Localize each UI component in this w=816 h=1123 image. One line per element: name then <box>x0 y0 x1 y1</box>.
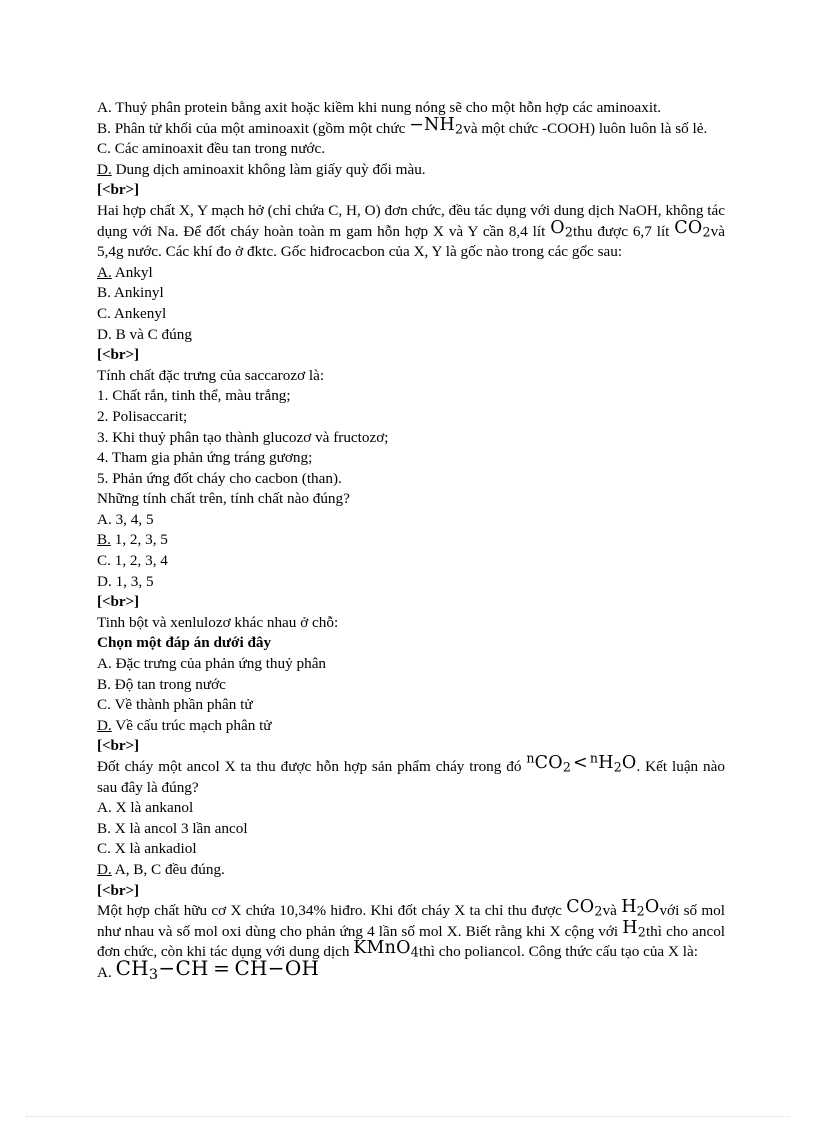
option-row: A. X là ankanol <box>97 798 725 819</box>
statement-item: 5. Phản ứng đốt cháy cho cacbon (than). <box>97 469 342 487</box>
option-row: B. X là ancol 3 lần ancol <box>97 819 725 840</box>
option-letter: B. <box>97 284 111 302</box>
formula-co2: CO2 <box>566 897 603 919</box>
question-stem: Hai hợp chất X, Y mạch hở (chỉ chứa C, H… <box>97 201 725 263</box>
option-text: 3, 4, 5 <box>115 510 154 528</box>
document-content: A. Thuỷ phân protein bằng axit hoặc kiềm… <box>97 98 725 984</box>
option-letter: D. <box>97 572 112 590</box>
option-row: C. 1, 2, 3, 4 <box>97 551 725 572</box>
option-text: X là ankadiol <box>114 840 197 858</box>
option-letter: A. <box>97 655 112 673</box>
answer-instruction: Chọn một đáp án dưới đây <box>97 634 272 652</box>
formula-nco2-lt-nh2o: nCO2 < nH2O <box>526 750 637 775</box>
option-text: Về cấu trúc mạch phân tử <box>115 716 272 734</box>
formula-kmno4: KMnO4 <box>353 938 419 960</box>
option-text: Các aminoaxit đều tan trong nước. <box>114 140 326 158</box>
option-letter: B. <box>97 531 111 549</box>
formula-nh2: −NH2 <box>409 114 464 136</box>
option-letter: C. <box>97 696 111 714</box>
option-row: A. Đặc trưng của phản ứng thuỷ phân <box>97 654 725 675</box>
option-letter: A. <box>97 799 112 817</box>
stem-text-continued: thì cho poliancol. Công thức cấu tạo của… <box>418 943 698 961</box>
option-letter: C. <box>97 140 111 158</box>
option-text: Thuỷ phân protein bằng axit hoặc kiềm kh… <box>115 99 662 116</box>
option-row: A. 3, 4, 5 <box>97 510 725 531</box>
document-page: A. Thuỷ phân protein bằng axit hoặc kiềm… <box>0 0 816 1123</box>
stem-text-continued: và <box>602 902 622 920</box>
question-stem: Tính chất đặc trưng của saccarozơ là: <box>97 366 325 384</box>
option-text: Ankinyl <box>113 284 164 302</box>
option-row: D. Về cấu trúc mạch phân tử <box>97 716 725 737</box>
option-letter: D. <box>97 160 112 178</box>
option-row: C. Ankenyl <box>97 304 725 325</box>
option-text: Đặc trưng của phản ứng thuỷ phân <box>115 655 327 673</box>
option-text: Ankyl <box>114 263 153 281</box>
option-row: C. Các aminoaxit đều tan trong nước. <box>97 139 725 160</box>
formula-co2: CO2 <box>674 217 711 239</box>
option-text: Ankenyl <box>113 304 167 322</box>
separator-br: [<br>] <box>97 346 140 364</box>
page-bottom-rule <box>26 1116 790 1118</box>
question-stem: Đốt cháy một ancol X ta thu được hỗn hợp… <box>97 752 725 798</box>
option-letter: A. <box>97 510 112 528</box>
option-row: B. Ankinyl <box>97 283 725 304</box>
option-letter: A. <box>97 963 112 981</box>
option-letter: D. <box>97 860 112 878</box>
question-stem: Tinh bột và xenlulozơ khác nhau ở chỗ: <box>97 613 339 631</box>
option-row: D. 1, 3, 5 <box>97 572 725 593</box>
option-letter: C. <box>97 552 111 570</box>
option-row: D. B và C đúng <box>97 325 725 346</box>
stem-text: Một hợp chất hữu cơ X chứa 10,34% hiđro.… <box>97 902 567 920</box>
formula-h2: H2 <box>622 917 646 940</box>
option-row: C. X là ankadiol <box>97 839 725 860</box>
option-text-continued: và một chức -COOH) luôn luôn là số lẻ. <box>463 119 708 137</box>
option-text: Phân tử khối của một aminoaxit (gồm một … <box>114 119 410 137</box>
statement-item: 4. Tham gia phản ứng tráng gương; <box>97 449 313 467</box>
separator-br: [<br>] <box>97 593 140 611</box>
option-letter: D. <box>97 716 112 734</box>
option-row: B. Phân tử khối của một aminoaxit (gồm m… <box>97 116 725 140</box>
option-row: A. CH3−CH = CH−OH <box>97 958 725 984</box>
option-letter: D. <box>97 325 112 343</box>
option-letter: A. <box>97 263 112 281</box>
option-text: X là ancol 3 lần ancol <box>114 819 248 837</box>
option-row: B. 1, 2, 3, 5 <box>97 530 725 551</box>
separator-br: [<br>] <box>97 181 140 199</box>
option-text: X là ankanol <box>115 799 194 817</box>
option-text: 1, 2, 3, 4 <box>114 552 168 570</box>
option-letter: C. <box>97 840 111 858</box>
formula-o2: O2 <box>550 217 574 239</box>
option-row: B. Độ tan trong nước <box>97 675 725 696</box>
statement-item: 3. Khi thuỷ phân tạo thành glucozơ và fr… <box>97 428 389 446</box>
option-letter: B. <box>97 675 111 693</box>
option-row: D. Dung dịch aminoaxit không làm giấy qu… <box>97 160 725 181</box>
stem-text-continued: thu được 6,7 lít <box>573 222 675 240</box>
statement-item: 1. Chất rắn, tinh thể, màu trắng; <box>97 387 291 405</box>
stem-text: Đốt cháy một ancol X ta thu được hỗn hợp… <box>97 758 527 775</box>
option-text: A, B, C đều đúng. <box>114 860 225 878</box>
option-text: Độ tan trong nước <box>114 675 226 693</box>
statement-item: 2. Polisaccarit; <box>97 407 188 425</box>
option-text: 1, 3, 5 <box>115 572 154 590</box>
option-letter: B. <box>97 819 111 837</box>
question-prompt: Những tính chất trên, tính chất nào đúng… <box>97 490 350 508</box>
formula-structure-x: CH3−CH = CH−OH <box>115 955 320 983</box>
option-row: D. A, B, C đều đúng. <box>97 860 725 881</box>
option-row: C. Về thành phần phân tử <box>97 695 725 716</box>
option-text: Về thành phần phân tử <box>114 696 253 714</box>
option-text: 1, 2, 3, 5 <box>114 531 168 549</box>
option-letter: B. <box>97 119 111 137</box>
option-letter: C. <box>97 304 111 322</box>
option-letter: A. <box>97 99 112 116</box>
formula-h2o: H2O <box>621 897 660 919</box>
option-row: A. Ankyl <box>97 263 725 284</box>
option-text: Dung dịch aminoaxit không làm giấy quỳ đ… <box>115 160 426 178</box>
question-stem: Một hợp chất hữu cơ X chứa 10,34% hiđro.… <box>97 898 725 963</box>
option-text: B và C đúng <box>115 325 192 343</box>
